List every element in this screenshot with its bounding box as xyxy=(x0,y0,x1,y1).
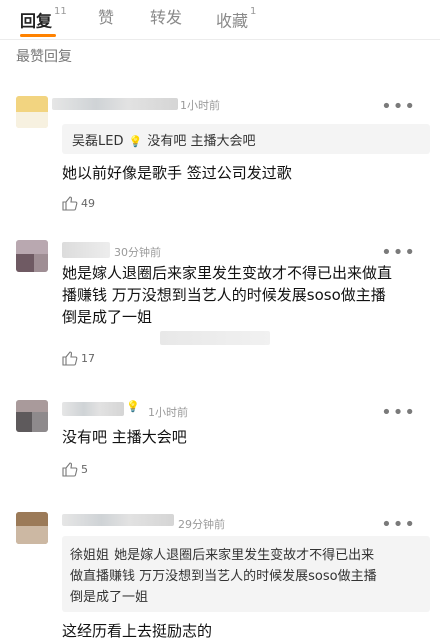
avatar[interactable] xyxy=(16,96,48,128)
more-dots-icon[interactable]: ••• xyxy=(381,98,416,116)
tab-likes-label: 赞 xyxy=(98,8,115,27)
username-blurred[interactable] xyxy=(52,98,178,110)
tab-likes[interactable]: 赞 xyxy=(98,6,114,36)
blurred-text xyxy=(160,331,270,345)
thumbs-up-icon xyxy=(62,462,78,477)
comment-text: 没有吧 主播大会吧 xyxy=(62,428,187,446)
tab-favorites-count: 1 xyxy=(250,6,257,17)
like-count: 5 xyxy=(81,463,88,476)
more-dots-icon[interactable]: ••• xyxy=(381,244,416,262)
thumbs-up-icon xyxy=(62,196,78,211)
lightbulb-icon: 💡 xyxy=(126,400,140,413)
lightbulb-icon: 💡 xyxy=(128,135,143,148)
tab-reposts-label: 转发 xyxy=(150,8,183,27)
like-count: 17 xyxy=(81,352,95,365)
quote-author[interactable]: 吴磊LED xyxy=(72,134,123,149)
tab-reposts[interactable]: 转发 xyxy=(150,6,182,36)
quote-text-line: 她是嫁人退圈后来家里发生变故才不得已出来 xyxy=(114,548,375,563)
comment-text-line: 倒是成了一姐 xyxy=(62,308,153,326)
quote-author[interactable]: 徐姐姐 xyxy=(70,548,109,563)
quote-text-line: 做直播赚钱 万万没想到当艺人的时候发展soso做主播 xyxy=(70,569,377,584)
username-blurred[interactable] xyxy=(62,514,174,526)
tab-replies[interactable]: 回复 11 xyxy=(20,6,67,36)
tab-replies-count: 11 xyxy=(54,6,67,17)
comment-text: 她是嫁人退圈后来家里发生变故才不得已出来做直 播赚钱 万万没想到当艺人的时候发展… xyxy=(62,262,434,328)
comment-time: 1小时前 xyxy=(148,406,188,419)
more-dots-icon[interactable]: ••• xyxy=(381,404,416,422)
avatar[interactable] xyxy=(16,240,48,272)
comment-text: 她以前好像是歌手 签过公司发过歌 xyxy=(62,164,292,182)
active-tab-indicator xyxy=(20,34,56,37)
quoted-comment[interactable]: 徐姐姐 她是嫁人退圈后来家里发生变故才不得已出来 做直播赚钱 万万没想到当艺人的… xyxy=(62,536,430,612)
tab-replies-label: 回复 xyxy=(20,11,53,31)
section-title: 最赞回复 xyxy=(16,49,72,65)
like-button[interactable]: 17 xyxy=(62,351,95,366)
comment-time: 30分钟前 xyxy=(114,246,161,259)
username-blurred[interactable] xyxy=(62,242,110,258)
tab-favorites[interactable]: 收藏 1 xyxy=(216,6,256,36)
like-count: 49 xyxy=(81,197,95,210)
username-blurred[interactable] xyxy=(62,402,124,416)
like-button[interactable]: 5 xyxy=(62,462,88,477)
thumbs-up-icon xyxy=(62,351,78,366)
tab-favorites-label: 收藏 xyxy=(216,11,249,31)
avatar[interactable] xyxy=(16,512,48,544)
comment-time: 1小时前 xyxy=(180,99,220,112)
quote-text: 没有吧 主播大会吧 xyxy=(147,134,256,149)
comment-text-line: 播赚钱 万万没想到当艺人的时候发展soso做主播 xyxy=(62,286,386,304)
more-dots-icon[interactable]: ••• xyxy=(381,516,416,534)
comment-time: 29分钟前 xyxy=(178,518,225,531)
avatar[interactable] xyxy=(16,400,48,432)
comment-text-line: 她是嫁人退圈后来家里发生变故才不得已出来做直 xyxy=(62,264,393,282)
quoted-comment[interactable]: 吴磊LED 💡 没有吧 主播大会吧 xyxy=(62,124,430,154)
comment-text: 这经历看上去挺励志的 xyxy=(62,622,213,640)
like-button[interactable]: 49 xyxy=(62,196,95,211)
tab-bar: 回复 11 赞 转发 收藏 1 xyxy=(0,0,440,40)
quote-text-line: 倒是成了一姐 xyxy=(70,590,149,605)
